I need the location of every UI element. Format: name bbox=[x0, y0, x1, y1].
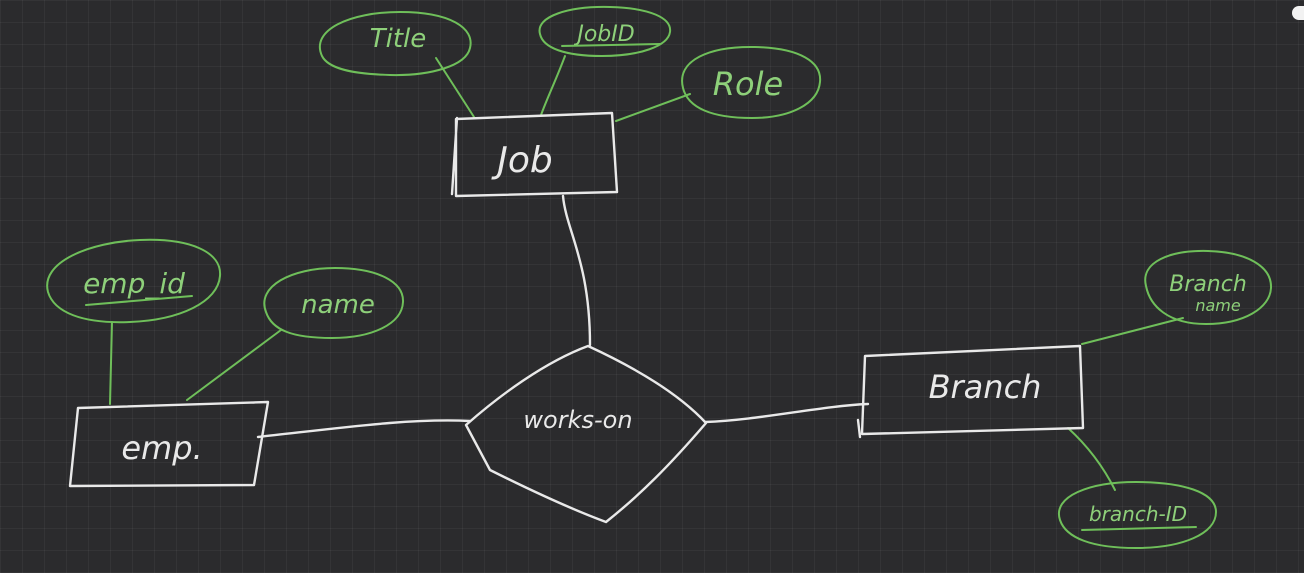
attribute-branch-id-label: branch-ID bbox=[1089, 502, 1187, 526]
line-emp-to-works-on bbox=[256, 419, 472, 439]
link-empid-to-emp bbox=[109, 321, 113, 405]
link-role-to-job bbox=[615, 93, 691, 122]
attribute-role-label: Role bbox=[713, 65, 783, 103]
attribute-emp-id-label: emp_id bbox=[83, 267, 185, 300]
link-title-to-job bbox=[435, 57, 475, 118]
relationship-works-on-diamond bbox=[464, 344, 708, 524]
entity-job-label: Job bbox=[491, 140, 553, 181]
line-works-on-to-branch bbox=[703, 402, 870, 424]
relationship-works-on-label: works-on bbox=[523, 406, 632, 434]
attribute-role[interactable]: Role bbox=[681, 45, 822, 119]
attribute-branch-id-key-underline bbox=[1081, 526, 1197, 531]
link-name-to-emp bbox=[186, 329, 282, 401]
line-job-to-works-on bbox=[561, 194, 592, 347]
entity-emp-label: emp. bbox=[121, 429, 202, 467]
entity-branch-label: Branch bbox=[929, 368, 1042, 406]
attribute-name[interactable]: name bbox=[263, 267, 405, 339]
corner-indicator bbox=[1292, 6, 1304, 20]
attribute-title-label: Title bbox=[370, 24, 427, 54]
er-diagram-canvas: Job emp. Branch works-on Title JobID Rol… bbox=[0, 0, 1304, 573]
link-branchid-to-branch bbox=[1067, 427, 1116, 491]
link-jobid-to-job bbox=[540, 55, 566, 116]
attribute-branch-id[interactable]: branch-ID bbox=[1057, 481, 1217, 549]
link-branchname-to-branch bbox=[1081, 317, 1184, 345]
er-diagram: Job emp. Branch works-on Title JobID Rol… bbox=[46, 5, 1273, 549]
attribute-jobid[interactable]: JobID bbox=[538, 5, 672, 57]
attribute-name-label: name bbox=[301, 290, 375, 320]
attribute-title[interactable]: Title bbox=[319, 11, 472, 77]
relationship-works-on[interactable]: works-on bbox=[464, 344, 708, 524]
attribute-branch-name-label-line1: Branch bbox=[1169, 272, 1247, 297]
attribute-jobid-label: JobID bbox=[573, 22, 634, 47]
entity-job[interactable]: Job bbox=[450, 111, 619, 198]
attribute-branch-name-label-line2: name bbox=[1195, 296, 1241, 315]
attribute-branch-name[interactable]: Branch name bbox=[1144, 249, 1273, 325]
entity-emp[interactable]: emp. bbox=[68, 400, 270, 488]
attribute-emp-id[interactable]: emp_id bbox=[46, 238, 222, 324]
entity-branch[interactable]: Branch bbox=[856, 344, 1085, 439]
